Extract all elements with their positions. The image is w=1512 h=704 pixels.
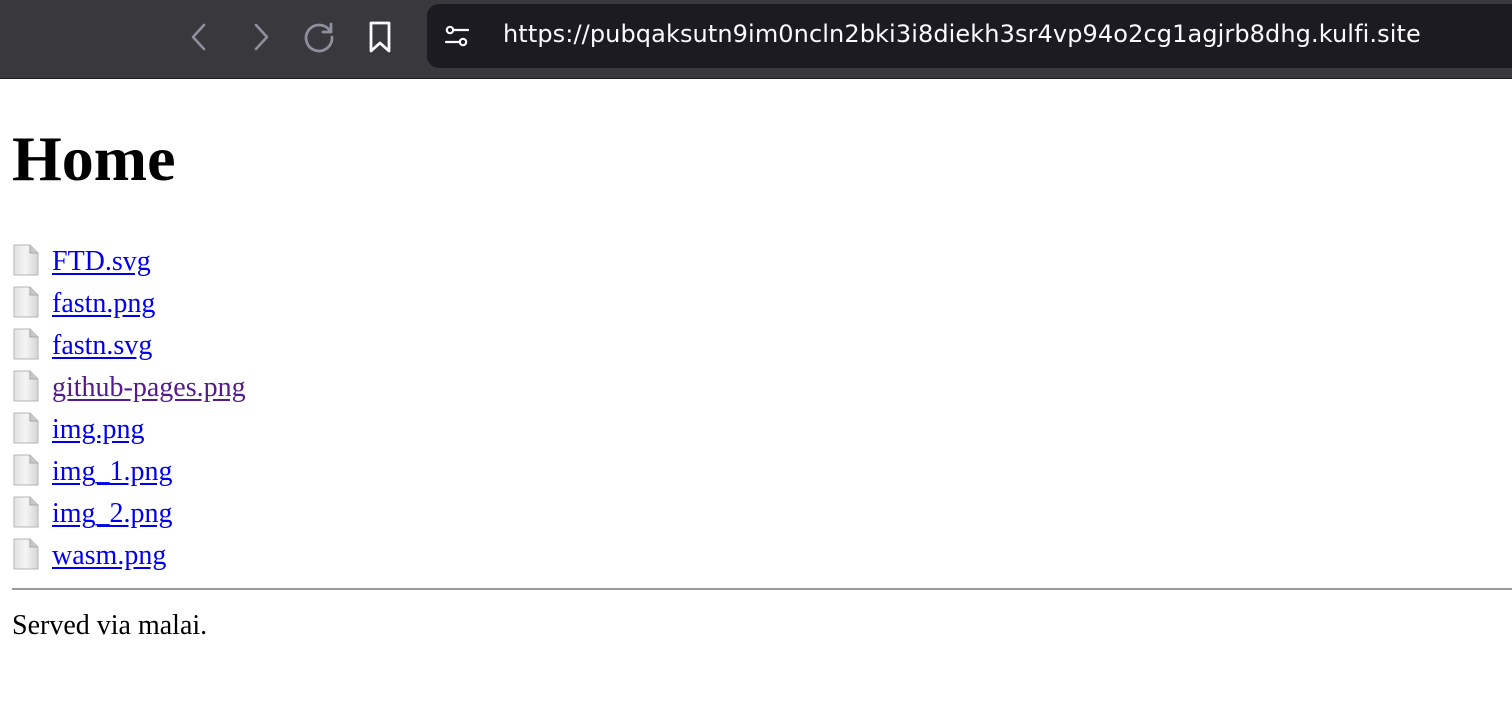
list-item: fastn.svg [12,325,246,367]
file-link[interactable]: fastn.png [52,288,155,320]
file-link[interactable]: FTD.svg [52,246,151,278]
file-link[interactable]: fastn.svg [52,330,152,362]
list-item: img_2.png [12,493,246,535]
file-link[interactable]: wasm.png [52,540,166,572]
back-icon [191,23,206,51]
page-title: Home [12,123,176,194]
list-item: img.png [12,409,246,451]
reload-icon [304,22,334,53]
file-icon [12,538,40,570]
site-info-icon [444,25,470,47]
file-icon [12,454,40,486]
file-link[interactable]: img_2.png [52,498,173,530]
file-link[interactable]: github-pages.png [52,372,246,404]
site-info-button[interactable] [439,18,475,54]
browser-toolbar: https://pubqaksutn9im0ncln2bki3i8diekh3s… [0,0,1512,79]
page-content: Home FTD.svg fastn.png fastn.svg github-pag… [12,78,1512,641]
file-icon [12,328,40,360]
list-item: github-pages.png [12,367,246,409]
reload-button[interactable] [299,17,339,57]
file-icon [12,496,40,528]
file-icon [12,286,40,318]
url-text[interactable]: https://pubqaksutn9im0ncln2bki3i8diekh3s… [503,20,1421,48]
bookmark-icon [369,21,391,53]
file-link[interactable]: img_1.png [52,456,173,488]
forward-icon [254,23,269,51]
file-list: FTD.svg fastn.png fastn.svg github-pages.pn… [12,241,246,577]
file-icon [12,370,40,402]
footer-text: Served via malai. [12,610,208,641]
forward-button[interactable] [240,17,280,57]
list-item: FTD.svg [12,241,246,283]
back-button[interactable] [180,17,220,57]
bookmark-button[interactable] [360,17,400,57]
footer-divider [12,588,1512,590]
list-item: img_1.png [12,451,246,493]
url-bar[interactable]: https://pubqaksutn9im0ncln2bki3i8diekh3s… [427,4,1512,68]
file-link[interactable]: img.png [52,414,145,446]
list-item: wasm.png [12,535,246,577]
file-icon [12,244,40,276]
list-item: fastn.png [12,283,246,325]
file-icon [12,412,40,444]
